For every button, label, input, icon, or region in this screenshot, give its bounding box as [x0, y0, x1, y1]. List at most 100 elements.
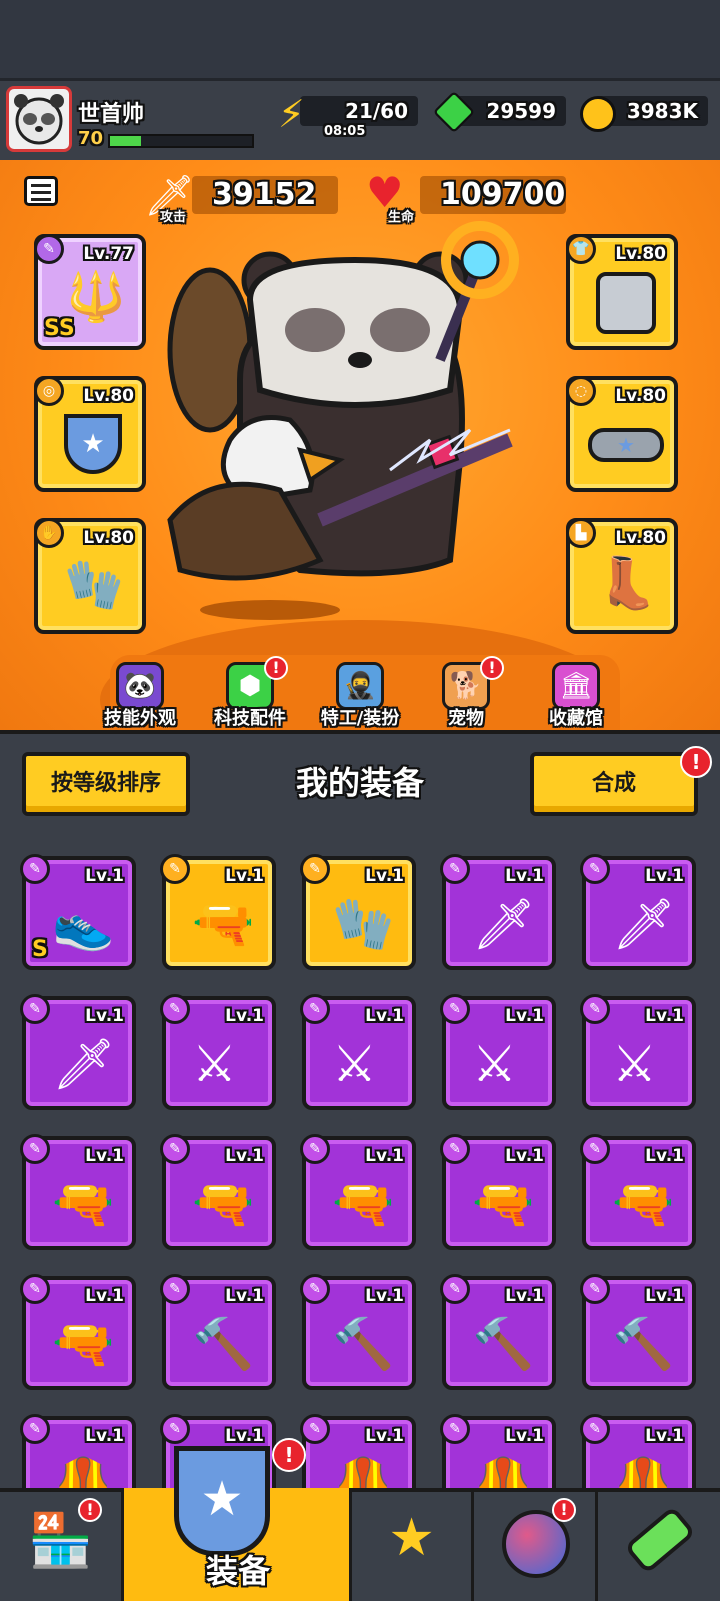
item-level: Lv.1: [225, 1006, 264, 1026]
revolver-icon: 🔫: [192, 1175, 255, 1233]
boots-slot[interactable]: ▙ Lv.80 👢: [566, 518, 678, 634]
menu-skill-skin[interactable]: 🐼 技能外观: [90, 660, 190, 730]
item-type-icon: ✎: [20, 1134, 50, 1164]
item-type-icon: ✎: [160, 854, 190, 884]
nav-gene[interactable]: [598, 1492, 720, 1601]
item-level: Lv.1: [225, 1286, 264, 1306]
equipment-card[interactable]: ✎ Lv.1 🔨: [440, 1274, 556, 1390]
item-type-icon: ✎: [300, 994, 330, 1024]
menu-label: 收藏馆: [549, 708, 603, 729]
item-level: Lv.1: [645, 866, 684, 886]
equipment-icon: ★: [174, 1446, 270, 1556]
equipment-card[interactable]: ✎ Lv.1 🧤: [300, 854, 416, 970]
item-type-icon: ✎: [580, 1414, 610, 1444]
item-level: Lv.1: [505, 1286, 544, 1306]
item-type-icon: ✎: [300, 1134, 330, 1164]
equipment-card[interactable]: ✎ Lv.1 🔫: [580, 1134, 696, 1250]
equipment-card[interactable]: ✎ Lv.1 ⚔: [300, 994, 416, 1110]
equipment-card[interactable]: ✎ Lv.1 🔨: [580, 1274, 696, 1390]
energy-timer: 08:05: [324, 124, 366, 139]
planet-alert-badge: !: [552, 1498, 576, 1522]
item-level: Lv.1: [85, 1286, 124, 1306]
menu-collection[interactable]: 🏛 收藏馆: [526, 660, 626, 730]
armor-slot[interactable]: 👕 Lv.80: [566, 234, 678, 350]
armor-level: Lv.80: [615, 244, 666, 264]
item-level: Lv.1: [645, 1146, 684, 1166]
item-rank: S: [32, 937, 48, 962]
equipment-card[interactable]: ✎ Lv.1 🦺: [440, 1414, 556, 1488]
equipment-card[interactable]: ✎ Lv.1 🦺: [580, 1414, 696, 1488]
necklace-level: Lv.80: [83, 386, 134, 406]
weapon-slot[interactable]: ✎ Lv.77 🔱 SS: [34, 234, 146, 350]
equipment-card[interactable]: ✎ Lv.1 🔫: [20, 1134, 136, 1250]
item-type-icon: ✎: [440, 1274, 470, 1304]
coin-add-icon[interactable]: [580, 96, 616, 132]
equipment-card[interactable]: ✎ Lv.1 🗡: [440, 854, 556, 970]
nav-equipment[interactable]: ★ ! 装备: [124, 1438, 352, 1601]
item-type-icon: ✎: [20, 1274, 50, 1304]
energy-add-icon[interactable]: ⚡: [278, 92, 305, 136]
katana-icon: ⚔: [472, 1035, 517, 1093]
weapon-type-icon: ✎: [34, 234, 64, 264]
equipment-card[interactable]: ✎ Lv.1 🗡: [20, 994, 136, 1110]
gloves-slot[interactable]: ✋ Lv.80 🧤: [34, 518, 146, 634]
item-level: Lv.1: [505, 1146, 544, 1166]
kunai-icon: 🗡: [612, 895, 676, 953]
katana-icon: ⚔: [192, 1035, 237, 1093]
menu-label: 特工/装扮: [320, 708, 400, 729]
equipment-card[interactable]: ✎ Lv.1 🔫: [440, 1134, 556, 1250]
item-level: Lv.1: [365, 1286, 404, 1306]
equipment-card[interactable]: ✎ Lv.1 🔫: [20, 1274, 136, 1390]
menu-label: 技能外观: [104, 708, 176, 729]
item-type-icon: ✎: [440, 1134, 470, 1164]
armor-type-icon: 👕: [566, 234, 596, 264]
item-level: Lv.1: [85, 1006, 124, 1026]
item-type-icon: ✎: [20, 994, 50, 1024]
player-level: 70: [78, 128, 104, 149]
equipment-card[interactable]: ✎ Lv.1 🦺: [300, 1414, 416, 1488]
item-level: Lv.1: [225, 1146, 264, 1166]
necklace-icon: ★: [64, 414, 122, 474]
nav-battle[interactable]: ★: [352, 1492, 474, 1601]
equipment-card[interactable]: ✎ Lv.1 🗡: [580, 854, 696, 970]
equipment-card[interactable]: ✎ Lv.1 🔫: [160, 1134, 276, 1250]
energy-counter: 21/60: [300, 96, 418, 126]
menu-alert-badge: !: [264, 656, 288, 680]
merge-button[interactable]: 合成: [530, 752, 698, 816]
equipment-card[interactable]: ✎ Lv.1 ⚔: [160, 994, 276, 1110]
menu-list-icon[interactable]: [24, 176, 58, 206]
boots-icon: 👟: [52, 895, 115, 953]
equipment-card[interactable]: ✎ Lv.1 ⚔: [580, 994, 696, 1110]
item-level: Lv.1: [225, 1426, 264, 1446]
item-level: Lv.1: [645, 1006, 684, 1026]
nav-planet[interactable]: !: [474, 1492, 598, 1601]
menu-pet[interactable]: 🐕! 宠物: [416, 656, 516, 730]
item-type-icon: ✎: [580, 1274, 610, 1304]
menu-alert-badge: !: [480, 656, 504, 680]
belt-slot[interactable]: ◌ Lv.80 ★: [566, 376, 678, 492]
item-level: Lv.1: [85, 866, 124, 886]
shop-icon: 🏪: [28, 1511, 93, 1571]
equipment-card[interactable]: ✎ Lv.1 🔫: [300, 1134, 416, 1250]
equipment-card[interactable]: ✎ Lv.1 🔨: [300, 1274, 416, 1390]
player-avatar[interactable]: [6, 86, 72, 152]
necklace-slot[interactable]: ◎ Lv.80 ★: [34, 376, 146, 492]
status-bar: [0, 0, 720, 78]
menu-tech-part[interactable]: ⬢! 科技配件: [200, 656, 300, 730]
nav-shop[interactable]: 🏪 !: [0, 1492, 124, 1601]
hero-character[interactable]: [150, 200, 570, 630]
equipment-card[interactable]: ✎ Lv.1 👟 S: [20, 854, 136, 970]
equipment-alert-badge: !: [272, 1438, 306, 1472]
item-level: Lv.1: [225, 866, 264, 886]
equipment-card[interactable]: ✎ Lv.1 🦺: [20, 1414, 136, 1488]
equipment-card[interactable]: ✎ Lv.1 ⚔: [440, 994, 556, 1110]
equipment-card[interactable]: ✎ Lv.1 🔨: [160, 1274, 276, 1390]
equipment-card[interactable]: ✎ Lv.1 🔫: [160, 854, 276, 970]
item-level: Lv.1: [505, 1006, 544, 1026]
menu-agent-outfit[interactable]: 🥷 特工/装扮: [310, 660, 410, 730]
sort-by-level-button[interactable]: 按等级排序: [22, 752, 190, 816]
equipment-grid: ✎ Lv.1 👟 S ✎ Lv.1 🔫 ✎ Lv.1 🧤 ✎ Lv.1 🗡 ✎ Lv.1 🗡 ✎ Lv.1 🗡 ✎ Lv…: [0, 838, 720, 1488]
item-type-icon: ✎: [300, 1414, 330, 1444]
item-level: Lv.1: [505, 866, 544, 886]
gauntlet-icon: 🧤: [332, 895, 395, 953]
